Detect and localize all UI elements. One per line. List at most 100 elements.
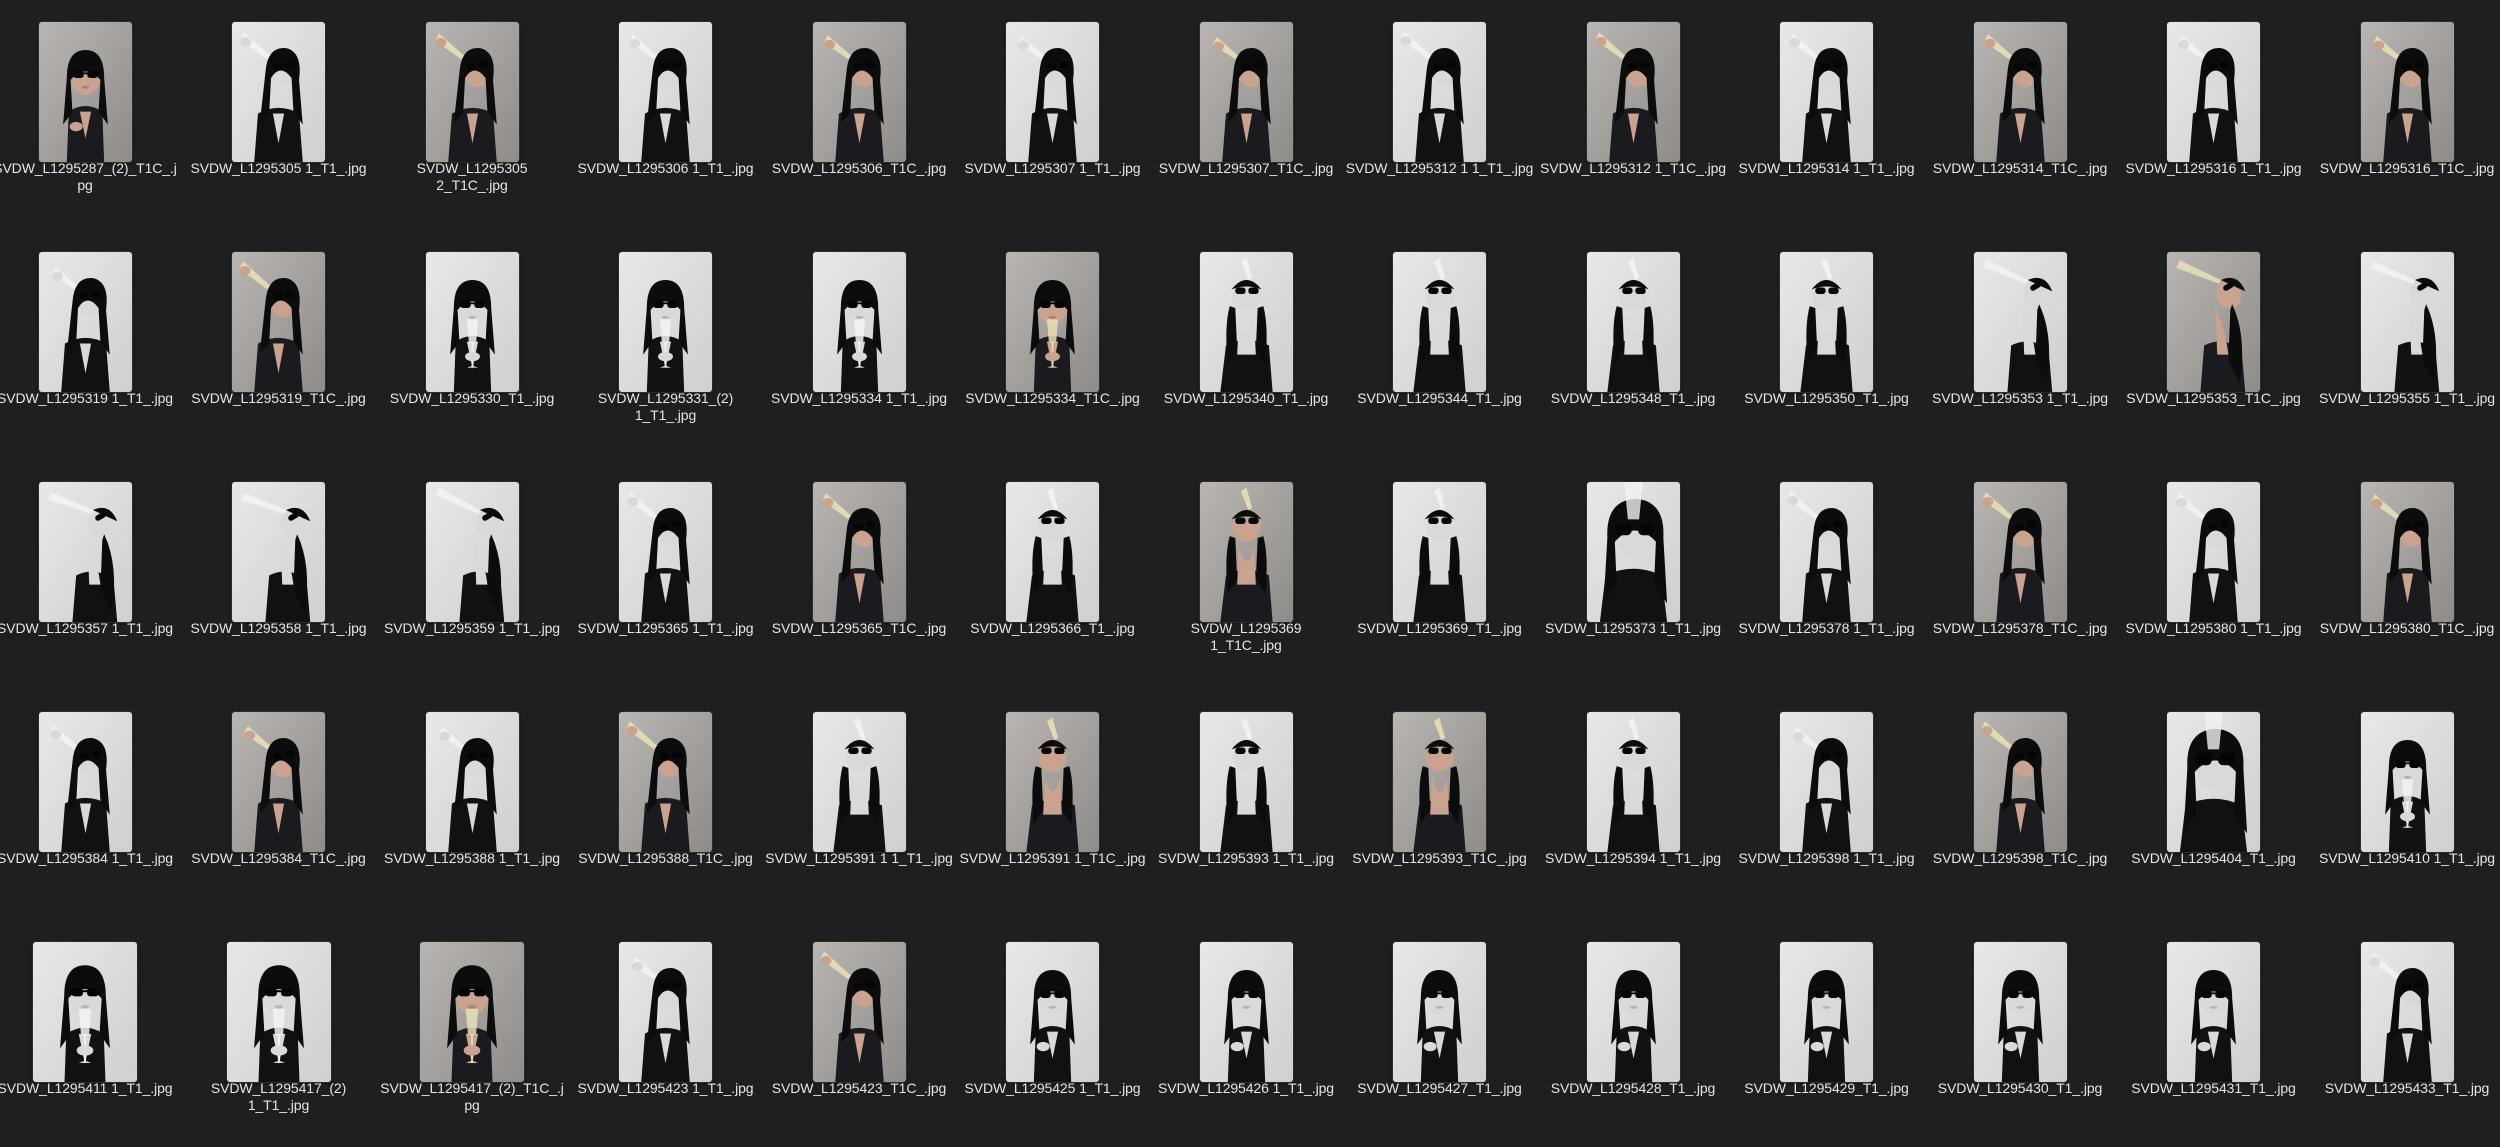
photo-thumbnail[interactable] bbox=[811, 941, 907, 1083]
file-name-label[interactable]: SVDW_L1295330_T1_.jpg bbox=[376, 390, 568, 407]
file-item[interactable]: SVDW_L1295425 1_T1_.jpg bbox=[957, 920, 1149, 1142]
photo-thumbnail[interactable] bbox=[1972, 481, 2068, 623]
file-item[interactable]: SVDW_L1295388 1_T1_.jpg bbox=[376, 690, 568, 912]
file-item[interactable]: SVDW_L1295428_T1_.jpg bbox=[1537, 920, 1729, 1142]
photo-thumbnail[interactable] bbox=[424, 251, 520, 393]
file-name-label[interactable]: SVDW_L1295410 1_T1_.jpg bbox=[2311, 850, 2500, 867]
file-name-label[interactable]: SVDW_L1295398 1_T1_.jpg bbox=[1731, 850, 1923, 867]
file-item[interactable]: SVDW_L1295316 1_T1_.jpg bbox=[2118, 0, 2310, 222]
file-name-label[interactable]: SVDW_L1295417_(2)_T1C_.j pg bbox=[376, 1080, 568, 1114]
file-name-label[interactable]: SVDW_L1295340_T1_.jpg bbox=[1150, 390, 1342, 407]
photo-thumbnail[interactable] bbox=[1779, 21, 1874, 163]
file-item[interactable]: SVDW_L1295429_T1_.jpg bbox=[1731, 920, 1923, 1142]
file-item[interactable]: SVDW_L1295314 1_T1_.jpg bbox=[1731, 0, 1923, 222]
file-item[interactable]: SVDW_L1295355 1_T1_.jpg bbox=[2311, 230, 2500, 452]
photo-thumbnail[interactable] bbox=[1392, 251, 1487, 393]
photo-thumbnail[interactable] bbox=[1005, 941, 1100, 1083]
file-item[interactable]: SVDW_L1295423 1_T1_.jpg bbox=[570, 920, 762, 1142]
photo-thumbnail[interactable] bbox=[811, 711, 907, 853]
file-item[interactable]: SVDW_L1295393_T1C_.jpg bbox=[1344, 690, 1536, 912]
photo-thumbnail[interactable] bbox=[1779, 481, 1874, 623]
photo-thumbnail[interactable] bbox=[2359, 21, 2455, 163]
file-name-label[interactable]: SVDW_L1295433_T1_.jpg bbox=[2311, 1080, 2500, 1097]
photo-thumbnail[interactable] bbox=[618, 251, 713, 393]
photo-thumbnail[interactable] bbox=[1585, 941, 1681, 1083]
photo-thumbnail[interactable] bbox=[231, 21, 326, 163]
file-item[interactable]: SVDW_L1295398 1_T1_.jpg bbox=[1731, 690, 1923, 912]
file-item[interactable]: SVDW_L1295306_T1C_.jpg bbox=[763, 0, 955, 222]
file-name-label[interactable]: SVDW_L1295307_T1C_.jpg bbox=[1150, 160, 1342, 177]
file-item[interactable]: SVDW_L1295378_T1C_.jpg bbox=[1924, 460, 2116, 682]
file-item[interactable]: SVDW_L1295314_T1C_.jpg bbox=[1924, 0, 2116, 222]
file-name-label[interactable]: SVDW_L1295314_T1C_.jpg bbox=[1924, 160, 2116, 177]
file-name-label[interactable]: SVDW_L1295429_T1_.jpg bbox=[1731, 1080, 1923, 1097]
photo-thumbnail[interactable] bbox=[2166, 941, 2261, 1083]
photo-thumbnail[interactable] bbox=[1005, 251, 1100, 393]
file-name-label[interactable]: SVDW_L1295319_T1C_.jpg bbox=[183, 390, 375, 407]
photo-thumbnail[interactable] bbox=[37, 711, 133, 853]
photo-thumbnail[interactable] bbox=[1779, 941, 1874, 1083]
photo-thumbnail[interactable] bbox=[37, 21, 133, 163]
file-item[interactable]: SVDW_L1295384_T1C_.jpg bbox=[183, 690, 375, 912]
file-name-label[interactable]: SVDW_L1295423 1_T1_.jpg bbox=[570, 1080, 762, 1097]
file-name-label[interactable]: SVDW_L1295393 1_T1_.jpg bbox=[1150, 850, 1342, 867]
photo-thumbnail[interactable] bbox=[618, 21, 713, 163]
file-name-label[interactable]: SVDW_L1295353_T1C_.jpg bbox=[2118, 390, 2310, 407]
file-item[interactable]: SVDW_L1295312 1 1_T1_.jpg bbox=[1344, 0, 1536, 222]
file-item[interactable]: SVDW_L1295330_T1_.jpg bbox=[376, 230, 568, 452]
file-item[interactable]: SVDW_L1295334_T1C_.jpg bbox=[957, 230, 1149, 452]
file-name-label[interactable]: SVDW_L1295316 1_T1_.jpg bbox=[2118, 160, 2310, 177]
file-name-label[interactable]: SVDW_L1295305 1_T1_.jpg bbox=[183, 160, 375, 177]
file-item[interactable]: SVDW_L1295417_(2) 1_T1_.jpg bbox=[183, 920, 375, 1142]
photo-thumbnail[interactable] bbox=[1972, 251, 2068, 393]
file-name-label[interactable]: SVDW_L1295398_T1C_.jpg bbox=[1924, 850, 2116, 867]
file-item[interactable]: SVDW_L1295305 2_T1C_.jpg bbox=[376, 0, 568, 222]
photo-thumbnail[interactable] bbox=[811, 481, 907, 623]
photo-thumbnail[interactable] bbox=[1779, 251, 1874, 393]
file-name-label[interactable]: SVDW_L1295312 1 1_T1_.jpg bbox=[1344, 160, 1536, 177]
file-item[interactable]: SVDW_L1295404_T1_.jpg bbox=[2118, 690, 2310, 912]
file-item[interactable]: SVDW_L1295340_T1_.jpg bbox=[1150, 230, 1342, 452]
file-name-label[interactable]: SVDW_L1295316_T1C_.jpg bbox=[2311, 160, 2500, 177]
file-name-label[interactable]: SVDW_L1295393_T1C_.jpg bbox=[1344, 850, 1536, 867]
file-name-label[interactable]: SVDW_L1295287_(2)_T1C_.j pg bbox=[0, 160, 181, 194]
file-name-label[interactable]: SVDW_L1295305 2_T1C_.jpg bbox=[376, 160, 568, 194]
file-item[interactable]: SVDW_L1295394 1_T1_.jpg bbox=[1537, 690, 1729, 912]
file-item[interactable]: SVDW_L1295369 1_T1C_.jpg bbox=[1150, 460, 1342, 682]
file-name-label[interactable]: SVDW_L1295357 1_T1_.jpg bbox=[0, 620, 181, 637]
photo-thumbnail[interactable] bbox=[1392, 21, 1487, 163]
file-item[interactable]: SVDW_L1295316_T1C_.jpg bbox=[2311, 0, 2500, 222]
file-name-label[interactable]: SVDW_L1295365_T1C_.jpg bbox=[763, 620, 955, 637]
photo-thumbnail[interactable] bbox=[1972, 21, 2068, 163]
file-item[interactable]: SVDW_L1295393 1_T1_.jpg bbox=[1150, 690, 1342, 912]
file-name-label[interactable]: SVDW_L1295427_T1_.jpg bbox=[1344, 1080, 1536, 1097]
photo-thumbnail[interactable] bbox=[1585, 251, 1681, 393]
photo-thumbnail[interactable] bbox=[231, 251, 326, 393]
photo-thumbnail[interactable] bbox=[1972, 711, 2068, 853]
photo-thumbnail[interactable] bbox=[1198, 21, 1294, 163]
photo-thumbnail[interactable] bbox=[231, 481, 326, 623]
file-item[interactable]: SVDW_L1295350_T1_.jpg bbox=[1731, 230, 1923, 452]
file-name-label[interactable]: SVDW_L1295373 1_T1_.jpg bbox=[1537, 620, 1729, 637]
file-item[interactable]: SVDW_L1295411 1_T1_.jpg bbox=[0, 920, 181, 1142]
file-name-label[interactable]: SVDW_L1295334_T1C_.jpg bbox=[957, 390, 1149, 407]
file-item[interactable]: SVDW_L1295369_T1_.jpg bbox=[1344, 460, 1536, 682]
file-item[interactable]: SVDW_L1295391 1_T1C_.jpg bbox=[957, 690, 1149, 912]
photo-thumbnail[interactable] bbox=[1585, 21, 1681, 163]
file-name-label[interactable]: SVDW_L1295319 1_T1_.jpg bbox=[0, 390, 181, 407]
file-item[interactable]: SVDW_L1295384 1_T1_.jpg bbox=[0, 690, 181, 912]
file-name-label[interactable]: SVDW_L1295348_T1_.jpg bbox=[1537, 390, 1729, 407]
file-name-label[interactable]: SVDW_L1295312 1_T1C_.jpg bbox=[1537, 160, 1729, 177]
file-name-label[interactable]: SVDW_L1295380 1_T1_.jpg bbox=[2118, 620, 2310, 637]
photo-thumbnail[interactable] bbox=[618, 481, 713, 623]
file-item[interactable]: SVDW_L1295366_T1_.jpg bbox=[957, 460, 1149, 682]
photo-thumbnail[interactable] bbox=[231, 711, 326, 853]
file-item[interactable]: SVDW_L1295433_T1_.jpg bbox=[2311, 920, 2500, 1142]
file-item[interactable]: SVDW_L1295287_(2)_T1C_.j pg bbox=[0, 0, 181, 222]
file-name-label[interactable]: SVDW_L1295350_T1_.jpg bbox=[1731, 390, 1923, 407]
photo-thumbnail[interactable] bbox=[2359, 711, 2455, 853]
file-name-label[interactable]: SVDW_L1295391 1_T1C_.jpg bbox=[957, 850, 1149, 867]
file-name-label[interactable]: SVDW_L1295359 1_T1_.jpg bbox=[376, 620, 568, 637]
file-item[interactable]: SVDW_L1295373 1_T1_.jpg bbox=[1537, 460, 1729, 682]
file-name-label[interactable]: SVDW_L1295355 1_T1_.jpg bbox=[2311, 390, 2500, 407]
